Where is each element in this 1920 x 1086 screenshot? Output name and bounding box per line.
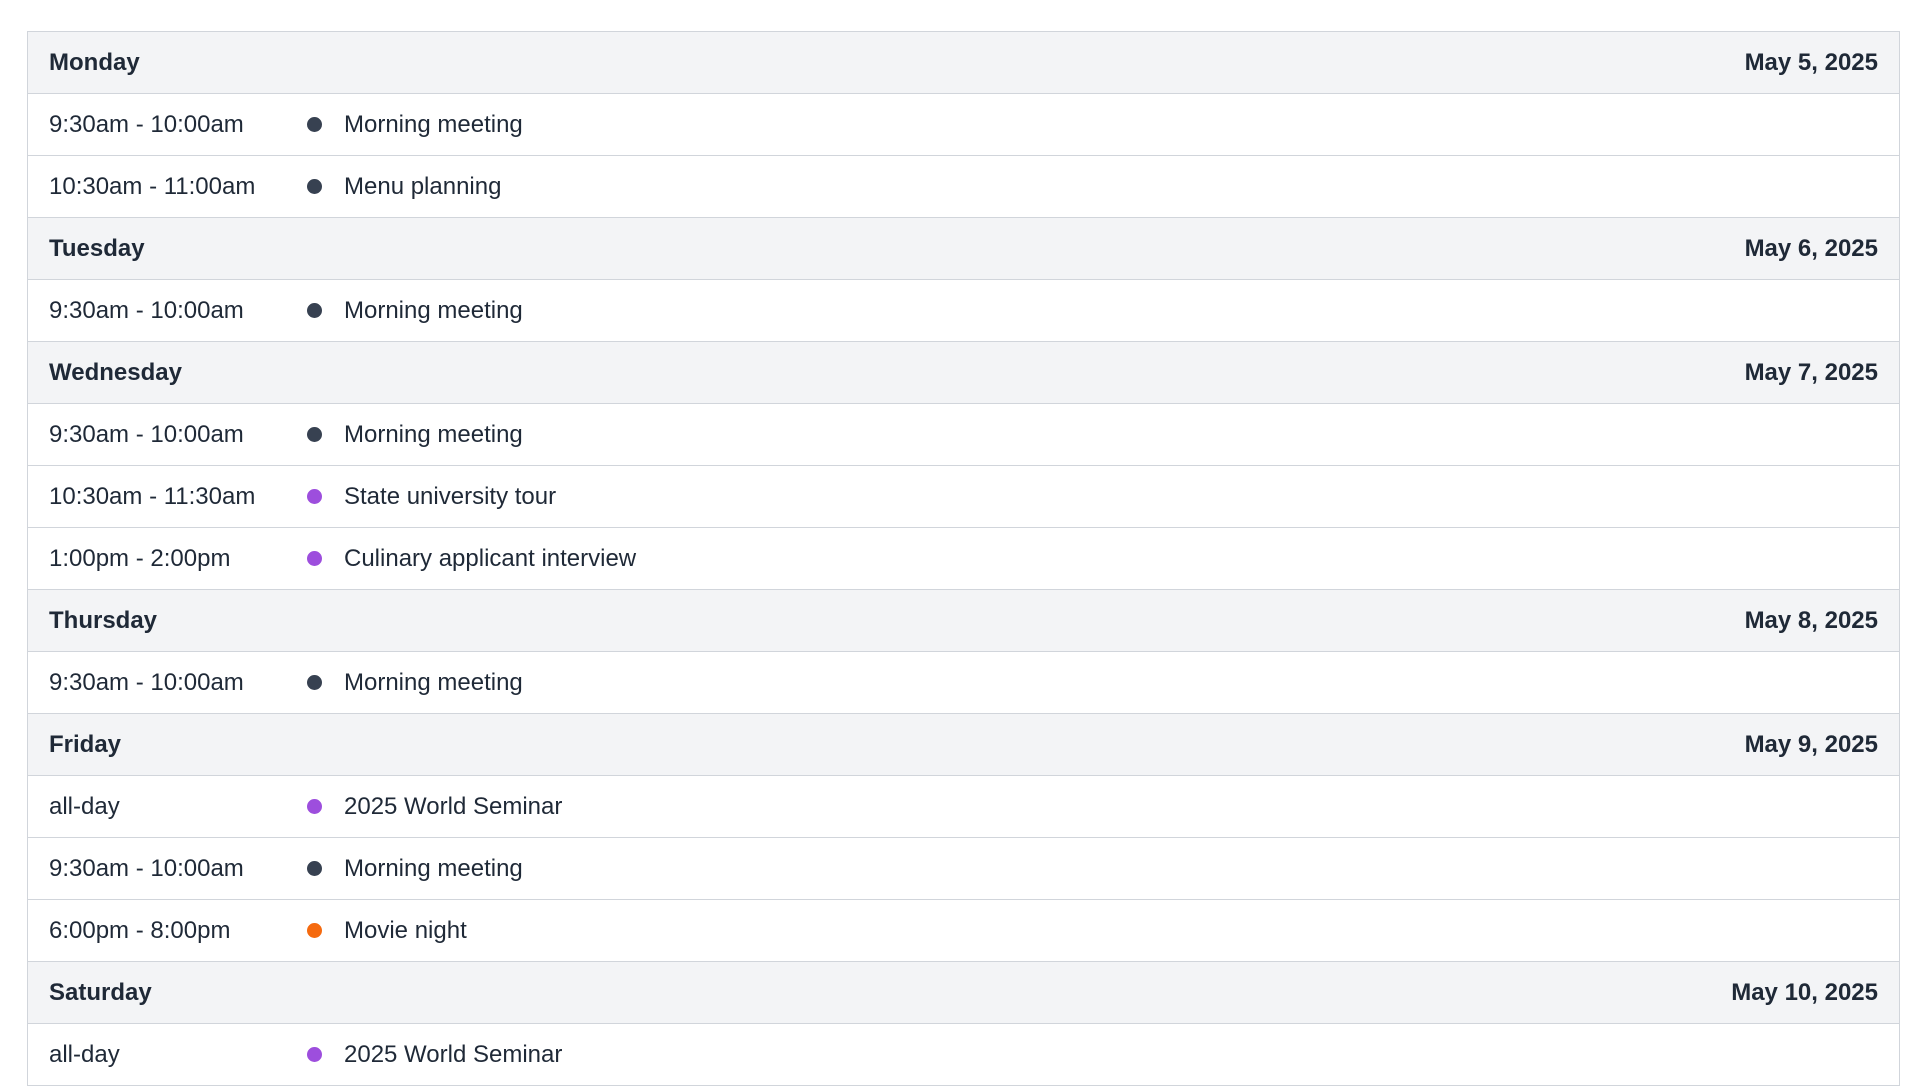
event-dot-icon: [307, 303, 322, 318]
event-time: 9:30am - 10:00am: [49, 420, 244, 448]
event-time: 1:00pm - 2:00pm: [49, 544, 231, 572]
event-dot-icon: [307, 1047, 322, 1062]
day-date[interactable]: May 8, 2025: [1745, 607, 1878, 635]
event-title[interactable]: Morning meeting: [344, 669, 523, 697]
event-time: all-day: [49, 792, 120, 820]
day-date[interactable]: May 6, 2025: [1745, 235, 1878, 263]
event-dot-icon: [307, 923, 322, 938]
event-row[interactable]: 9:30am - 10:00am Morning meeting: [28, 838, 1899, 900]
event-time: 10:30am - 11:00am: [49, 172, 256, 200]
event-title[interactable]: 2025 World Seminar: [344, 1041, 562, 1069]
event-title[interactable]: Culinary applicant interview: [344, 545, 636, 573]
event-dot-icon: [307, 117, 322, 132]
day-date[interactable]: May 7, 2025: [1745, 359, 1878, 387]
event-dot-icon: [307, 799, 322, 814]
day-date[interactable]: May 10, 2025: [1731, 979, 1878, 1007]
day-name[interactable]: Wednesday: [49, 359, 182, 387]
event-time: 9:30am - 10:00am: [49, 854, 244, 882]
event-title[interactable]: Morning meeting: [344, 297, 523, 325]
day-name[interactable]: Thursday: [49, 607, 157, 635]
event-row[interactable]: 9:30am - 10:00am Morning meeting: [28, 404, 1899, 466]
day-header-tuesday[interactable]: Tuesday May 6, 2025: [28, 218, 1899, 280]
day-header-saturday[interactable]: Saturday May 10, 2025: [28, 962, 1899, 1024]
event-row[interactable]: 6:00pm - 8:00pm Movie night: [28, 900, 1899, 962]
event-dot-icon: [307, 179, 322, 194]
event-title[interactable]: Morning meeting: [344, 111, 523, 139]
day-name[interactable]: Monday: [49, 49, 140, 77]
event-time: 6:00pm - 8:00pm: [49, 916, 231, 944]
event-dot-icon: [307, 675, 322, 690]
event-time: 10:30am - 11:30am: [49, 482, 256, 510]
event-time: 9:30am - 10:00am: [49, 110, 244, 138]
day-header-thursday[interactable]: Thursday May 8, 2025: [28, 590, 1899, 652]
event-title[interactable]: 2025 World Seminar: [344, 793, 562, 821]
event-title[interactable]: State university tour: [344, 483, 556, 511]
day-name[interactable]: Tuesday: [49, 235, 145, 263]
event-row[interactable]: 9:30am - 10:00am Morning meeting: [28, 94, 1899, 156]
day-date[interactable]: May 5, 2025: [1745, 49, 1878, 77]
calendar-list-view: Monday May 5, 2025 9:30am - 10:00am Morn…: [27, 31, 1900, 1086]
event-row[interactable]: 10:30am - 11:00am Menu planning: [28, 156, 1899, 218]
event-row[interactable]: all-day 2025 World Seminar: [28, 1024, 1899, 1086]
day-header-wednesday[interactable]: Wednesday May 7, 2025: [28, 342, 1899, 404]
day-name[interactable]: Friday: [49, 731, 121, 759]
event-row[interactable]: 9:30am - 10:00am Morning meeting: [28, 280, 1899, 342]
day-date[interactable]: May 9, 2025: [1745, 731, 1878, 759]
event-row[interactable]: 1:00pm - 2:00pm Culinary applicant inter…: [28, 528, 1899, 590]
event-time: 9:30am - 10:00am: [49, 296, 244, 324]
event-time: 9:30am - 10:00am: [49, 668, 244, 696]
event-title[interactable]: Menu planning: [344, 173, 501, 201]
event-row[interactable]: 9:30am - 10:00am Morning meeting: [28, 652, 1899, 714]
day-name[interactable]: Saturday: [49, 979, 152, 1007]
day-header-monday[interactable]: Monday May 5, 2025: [28, 32, 1899, 94]
event-dot-icon: [307, 427, 322, 442]
event-title[interactable]: Morning meeting: [344, 421, 523, 449]
event-row[interactable]: 10:30am - 11:30am State university tour: [28, 466, 1899, 528]
event-row[interactable]: all-day 2025 World Seminar: [28, 776, 1899, 838]
event-dot-icon: [307, 489, 322, 504]
event-time: all-day: [49, 1040, 120, 1068]
event-dot-icon: [307, 861, 322, 876]
event-title[interactable]: Morning meeting: [344, 855, 523, 883]
event-title[interactable]: Movie night: [344, 917, 467, 945]
day-header-friday[interactable]: Friday May 9, 2025: [28, 714, 1899, 776]
event-dot-icon: [307, 551, 322, 566]
